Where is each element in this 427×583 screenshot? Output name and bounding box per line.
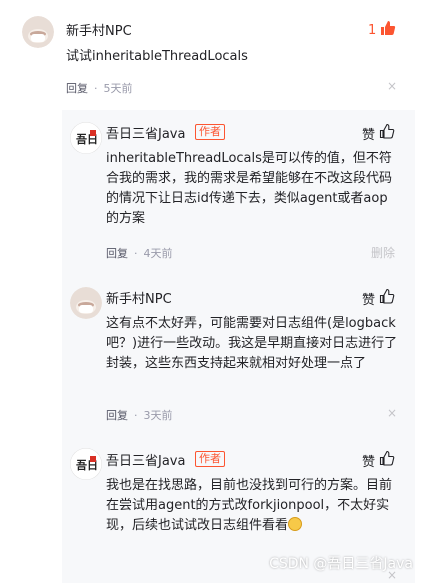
avatar-npc[interactable] — [70, 287, 102, 319]
reply-like-button[interactable]: 赞 — [362, 288, 395, 308]
reply-time: 4天前 — [143, 247, 173, 260]
comment-time: 5天前 — [103, 82, 133, 95]
author-badge: 作者 — [195, 124, 225, 140]
grin-emoji-icon — [288, 517, 303, 531]
reply-button[interactable]: 回复 — [66, 82, 88, 95]
reply-text: 这有点不太好弄，可能需要对日志组件(是logback吧？)进行一些改动。我这是早… — [106, 316, 398, 371]
thumbs-up-icon — [379, 450, 395, 470]
thumbs-up-icon — [379, 123, 395, 143]
reply-button[interactable]: 回复 — [106, 247, 128, 260]
thumbs-up-icon — [380, 20, 396, 40]
reply-text: 我也是在找思路，目前也没找到可行的方案。目前在尝试用agent的方式改forkj… — [106, 476, 398, 536]
reply-meta: 回复 · 4天前 — [106, 247, 173, 260]
comment-username[interactable]: 新手村NPC — [66, 20, 132, 39]
reply-like-button[interactable]: 赞 — [362, 123, 395, 143]
delete-button[interactable]: 删除 — [371, 244, 395, 261]
avatar-author[interactable]: 吾日 — [70, 448, 102, 480]
comment-text: 试试inheritableThreadLocals — [66, 49, 248, 64]
like-label: 赞 — [362, 127, 376, 143]
comment-meta: 回复 · 5天前 — [66, 82, 133, 95]
avatar-npc[interactable] — [22, 16, 54, 48]
reply-username[interactable]: 吾日三省Java — [106, 123, 185, 142]
reply-username[interactable]: 新手村NPC — [106, 288, 172, 307]
thumbs-up-icon — [379, 288, 395, 308]
close-icon[interactable]: × — [387, 79, 397, 93]
reply-text: inheritableThreadLocals是可以传的值，但不符合我的需求，我… — [106, 151, 393, 226]
comment-like-button[interactable]: 1 — [368, 20, 396, 40]
watermark: CSDN @吾日三省Java — [269, 556, 413, 572]
reply-time: 3天前 — [143, 409, 173, 422]
like-label: 赞 — [362, 454, 376, 470]
reply-text-content: 我也是在找思路，目前也没找到可行的方案。目前在尝试用agent的方式改forkj… — [106, 478, 393, 533]
reply-button[interactable]: 回复 — [106, 409, 128, 422]
close-icon[interactable]: × — [387, 406, 397, 420]
reply-username[interactable]: 吾日三省Java — [106, 450, 185, 469]
reply-like-button[interactable]: 赞 — [362, 450, 395, 470]
like-count: 1 — [368, 22, 377, 38]
avatar-author[interactable]: 吾日 — [70, 122, 102, 154]
author-badge: 作者 — [195, 451, 225, 467]
like-label: 赞 — [362, 292, 376, 308]
reply-meta: 回复 · 3天前 — [106, 409, 173, 422]
